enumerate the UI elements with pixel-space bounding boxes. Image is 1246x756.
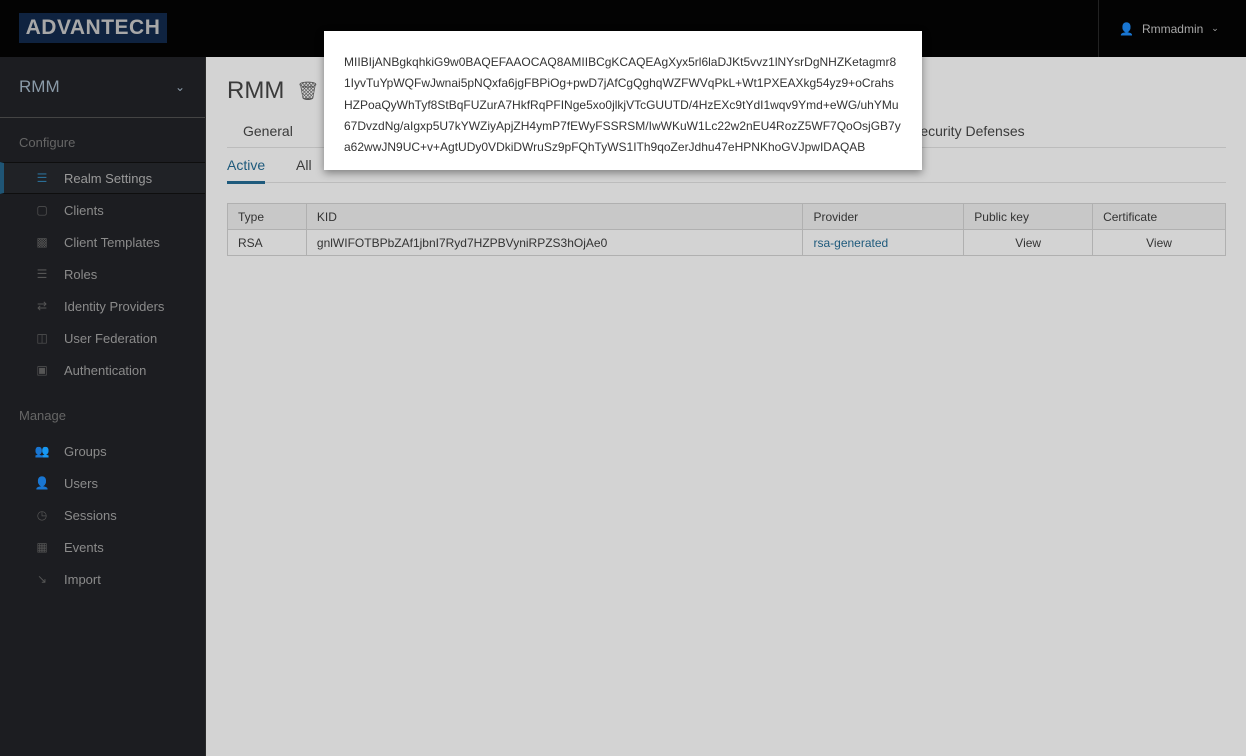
tab-general[interactable]: General: [243, 123, 293, 139]
sliders-icon: ☰: [36, 171, 48, 185]
sidebar-item-identity-providers[interactable]: ⇄ Identity Providers: [0, 290, 205, 322]
sidebar-item-realm-settings[interactable]: ☰ Realm Settings: [0, 162, 205, 194]
page-title: RMM 🗑: [227, 77, 319, 105]
subtab-all[interactable]: All: [296, 157, 312, 184]
sidebar-item-groups[interactable]: 👥 Groups: [0, 435, 205, 467]
table-header: Type KID Provider Public key Certificate: [227, 203, 1226, 230]
sidebar-item-sessions[interactable]: ◷ Sessions: [0, 499, 205, 531]
sidebar-item-label: Events: [64, 539, 104, 555]
sidebar-item-clients[interactable]: ▢ Clients: [0, 194, 205, 226]
sidebar-item-authentication[interactable]: ▣ Authentication: [0, 354, 205, 386]
realm-title: RMM: [227, 77, 285, 104]
sidebar-item-users[interactable]: 👤 Users: [0, 467, 205, 499]
sidebar-item-label: User Federation: [64, 330, 158, 346]
cubes-icon: ▩: [36, 235, 48, 249]
sidebar-item-import[interactable]: ↘ Import: [0, 563, 205, 595]
col-type: Type: [227, 203, 307, 230]
sidebar-item-label: Identity Providers: [64, 298, 165, 314]
col-certificate: Certificate: [1092, 203, 1226, 230]
manage-heading: Manage: [19, 408, 66, 423]
users-icon: 👥: [34, 444, 50, 458]
sidebar-item-label: Realm Settings: [64, 170, 153, 186]
sidebar: RMM ⌄ Configure ☰ Realm Settings ▢ Clients …: [0, 57, 206, 756]
sidebar-item-roles[interactable]: ☰ Roles: [0, 258, 205, 290]
provider-link[interactable]: rsa-generated: [802, 229, 965, 256]
sidebar-item-user-federation[interactable]: ◫ User Federation: [0, 322, 205, 354]
sidebar-item-label: Client Templates: [64, 234, 160, 250]
username: Rmmadmin: [1141, 21, 1204, 36]
list-icon: ☰: [36, 267, 48, 281]
user-icon: 👤: [1119, 21, 1134, 36]
sidebar-item-events[interactable]: ▦ Events: [0, 531, 205, 563]
keys-table: Type KID Provider Public key Certificate…: [227, 203, 1226, 256]
tab-security-defenses[interactable]: Security Defenses: [911, 123, 1025, 139]
sidebar-item-label: Users: [64, 475, 98, 491]
cube-icon: ▢: [36, 203, 48, 217]
sidebar-item-label: Sessions: [64, 507, 117, 523]
sidebar-item-label: Authentication: [64, 362, 147, 378]
sidebar-item-client-templates[interactable]: ▩ Client Templates: [0, 226, 205, 258]
sidebar-item-label: Roles: [64, 266, 98, 282]
trash-icon[interactable]: 🗑: [296, 81, 319, 102]
user-menu[interactable]: 👤 Rmmadmin ⌄: [1098, 0, 1246, 57]
realm-selector[interactable]: RMM ⌄: [0, 57, 205, 118]
col-kid: KID: [305, 203, 804, 230]
view-public-key-button[interactable]: View: [963, 229, 1094, 256]
col-public-key: Public key: [963, 203, 1094, 230]
cell-type: RSA: [227, 229, 307, 256]
sidebar-item-label: Clients: [64, 202, 104, 218]
import-icon: ↘: [36, 572, 48, 586]
chevron-down-icon: ⌄: [174, 80, 185, 94]
cell-kid: gnlWIFOTBPbZAf1jbnI7Ryd7HZPBVyniRPZS3hOj…: [305, 229, 804, 256]
lock-icon: ▣: [36, 363, 48, 377]
subtab-active[interactable]: Active: [227, 157, 266, 184]
exchange-icon: ⇄: [36, 299, 48, 313]
database-icon: ◫: [36, 331, 48, 345]
user-icon: 👤: [34, 476, 50, 490]
sidebar-item-label: Groups: [64, 443, 107, 459]
caret-down-icon: ⌄: [1211, 23, 1219, 33]
configure-heading: Configure: [19, 135, 76, 150]
public-key-popover: MIIBIjANBgkqhkiG9w0BAQEFAAOCAQ8AMIIBCgKC…: [324, 31, 922, 170]
table-row: RSA gnlWIFOTBPbZAf1jbnI7Ryd7HZPBVyniRPZS…: [227, 229, 1226, 256]
clock-icon: ◷: [36, 508, 48, 522]
view-certificate-button[interactable]: View: [1092, 229, 1226, 256]
sidebar-item-label: Import: [64, 571, 101, 587]
col-provider: Provider: [802, 203, 965, 230]
realm-name: RMM: [19, 77, 60, 96]
advantech-logo[interactable]: ADVANTECH: [19, 13, 167, 43]
calendar-icon: ▦: [36, 540, 48, 554]
